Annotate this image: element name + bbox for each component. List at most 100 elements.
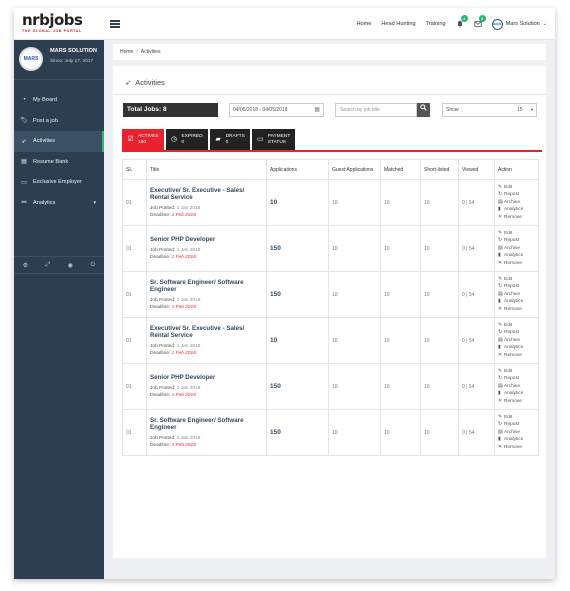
edit-action[interactable]: ✎ Edit (498, 414, 535, 421)
analytics-action[interactable]: ▮ Analytics (498, 344, 535, 351)
archive-action[interactable]: ▤Archive (498, 383, 535, 390)
page-size-value: 15 (517, 107, 523, 113)
document-icon: ▤ (21, 159, 27, 166)
fullscreen-icon[interactable]: ⤢ (46, 262, 51, 269)
analytics-action[interactable]: ▮ Analytics (498, 206, 535, 213)
edit-action[interactable]: ✎ Edit (498, 230, 535, 237)
analytics-action[interactable]: ▮ Analytics (498, 390, 535, 397)
tab-expired[interactable]: ◷ EXPIRED 0 (165, 129, 208, 150)
nav-home-link[interactable]: Home (356, 21, 371, 27)
remove-action[interactable]: ✕ Remove (498, 214, 535, 221)
deadline-date: 1 Feb 2018 (171, 392, 196, 398)
remove-action[interactable]: ✕ Remove (498, 352, 535, 359)
archive-action[interactable]: ▤Archive (498, 245, 535, 252)
brand-name: nrbjobs (22, 11, 83, 29)
applications-count[interactable]: 10 (270, 199, 277, 206)
bell-icon[interactable]: 4 (456, 15, 468, 28)
edit-action[interactable]: ✎ Edit (498, 276, 535, 283)
page-size-select[interactable]: Show 15 ▾ (442, 103, 537, 117)
tag-icon: 🏷 (20, 118, 28, 125)
cell-guest-applications: 10 (328, 409, 381, 456)
cell-viewed: 0 | 54 (458, 179, 495, 226)
user-menu[interactable]: MARS Mars Solution ⌄ (491, 18, 547, 30)
job-title-link[interactable]: Executive/ Sr. Executive - Sales/ Rental… (150, 325, 263, 340)
cell-guest-applications: 10 (328, 225, 381, 272)
search-input[interactable]: Search by job title (335, 103, 417, 117)
analytics-action[interactable]: ▮ Analytics (498, 436, 535, 443)
sidebar-item-analytics[interactable]: ⚯ Analytics ▾ (14, 193, 104, 214)
mail-icon[interactable]: 8 (473, 15, 486, 28)
analytics-action[interactable]: ▮ Analytics (498, 252, 535, 259)
remove-action[interactable]: ✕ Remove (498, 398, 535, 405)
nav-training-link[interactable]: Training (426, 21, 446, 27)
cell-title: Sr. Software Engineer/ Software Engineer… (146, 271, 267, 318)
edit-action[interactable]: ✎ Edit (498, 322, 535, 329)
tab-count: STATUS (267, 139, 287, 145)
archive-action[interactable]: ▤Archive (498, 291, 535, 298)
sidebar-item-label: Resume Bank (33, 158, 69, 165)
breadcrumb-home[interactable]: Home (120, 49, 133, 55)
job-title-link[interactable]: Sr. Software Engineer/ Software Engineer (150, 417, 263, 432)
sidebar-item-label: Post a job (33, 117, 58, 124)
table-header-row: SL Title Applications Guest Applications… (122, 159, 539, 180)
archive-action[interactable]: ▤Archive (498, 337, 535, 344)
settings-icon[interactable]: ⚙ (23, 262, 28, 269)
power-icon[interactable]: ⏻ (90, 262, 95, 269)
cell-matched: 10 (380, 317, 421, 364)
archive-action[interactable]: ▤Archive (498, 429, 535, 436)
archive-action[interactable]: ▤Archive (498, 199, 535, 206)
checkbox-icon: ☑ (127, 135, 134, 143)
edit-action[interactable]: ✎ Edit (498, 368, 535, 375)
sidebar-item-activities[interactable]: ➶ Activities (14, 131, 104, 152)
tab-payment-status[interactable]: ▭ PAYMENT STATUS (251, 129, 296, 150)
deadline-date: 1 Feb 2018 (171, 442, 196, 448)
applications-count[interactable]: 150 (270, 245, 281, 252)
tab-drafts[interactable]: ▰ DRAFTS 0 (209, 129, 250, 150)
sidebar-item-exclusive-employer[interactable]: ▭ Exclusive Employer (14, 172, 104, 193)
repost-action[interactable]: ↻ Repost (498, 237, 535, 244)
job-meta: Job Posted: 1 Jan 2018 Deadline: 1 Feb 20… (150, 297, 263, 311)
analytics-action[interactable]: ▮ Analytics (498, 298, 535, 305)
applications-count[interactable]: 150 (270, 383, 281, 390)
cell-actions: ✎ Edit ↻ Repost ▤Archive ▮ Analytics ✕ Remove (494, 225, 539, 272)
sidebar-item-resume-bank[interactable]: ▤ Resume Bank (14, 152, 104, 173)
brand-logo[interactable]: nrbjobs THE GLOBAL JOB PORTAL (22, 11, 107, 34)
action-label: Repost (504, 376, 520, 382)
applications-count[interactable]: 150 (270, 429, 281, 436)
job-title-link[interactable]: Executive/ Sr. Executive - Sales/ Rental… (150, 187, 263, 202)
remove-action[interactable]: ✕ Remove (498, 306, 535, 313)
applications-count[interactable]: 10 (270, 337, 277, 344)
sidebar-item-post-a-job[interactable]: 🏷 Post a job (14, 111, 104, 132)
remove-action[interactable]: ✕ Remove (498, 260, 535, 267)
remove-action[interactable]: ✕ Remove (498, 444, 535, 451)
search-icon (420, 104, 427, 111)
job-title-link[interactable]: Sr. Software Engineer/ Software Engineer (150, 279, 263, 294)
repost-action[interactable]: ↻ Repost (498, 329, 535, 336)
repost-action[interactable]: ↻ Repost (498, 191, 535, 198)
job-title-link[interactable]: Senior PHP Developer (150, 236, 263, 244)
deadline-date: 1 Feb 2018 (171, 350, 196, 356)
column-header: Short-listed (420, 159, 459, 180)
cell-title: Senior PHP Developer Job Posted: 1 Jan 20… (146, 363, 267, 410)
action-label: Analytics (504, 437, 524, 443)
cell-guest-applications: 10 (328, 179, 381, 226)
deadline-date: 1 Feb 2018 (171, 304, 196, 310)
tab-actives[interactable]: ☑ ACTIVES 100 (122, 129, 164, 150)
table-row: 01 Sr. Software Engineer/ Software Engine… (122, 409, 539, 456)
job-title-link[interactable]: Senior PHP Developer (150, 374, 263, 382)
applications-count[interactable]: 150 (270, 291, 281, 298)
nav-head-hunting-link[interactable]: Head Hunting (381, 21, 415, 27)
cell-viewed: 0 | 54 (458, 363, 495, 410)
deadline-date: 1 Feb 2018 (171, 254, 196, 260)
repost-action[interactable]: ↻ Repost (498, 283, 535, 290)
sidebar-item-my-board[interactable]: ◔ My Board (14, 90, 104, 111)
search-button[interactable] (417, 103, 430, 117)
edit-action[interactable]: ✎ Edit (498, 184, 535, 191)
menu-toggle-icon[interactable] (110, 20, 120, 28)
cell-title: Sr. Software Engineer/ Software Engineer… (146, 409, 267, 456)
date-range-picker[interactable]: 04/05/2018 - 04/05/2018 ▦ (229, 103, 324, 117)
hide-icon[interactable]: ◉ (68, 262, 73, 269)
repost-action[interactable]: ↻ Repost (498, 421, 535, 428)
repost-action[interactable]: ↻ Repost (498, 375, 535, 382)
cell-sl: 01 (122, 409, 147, 456)
